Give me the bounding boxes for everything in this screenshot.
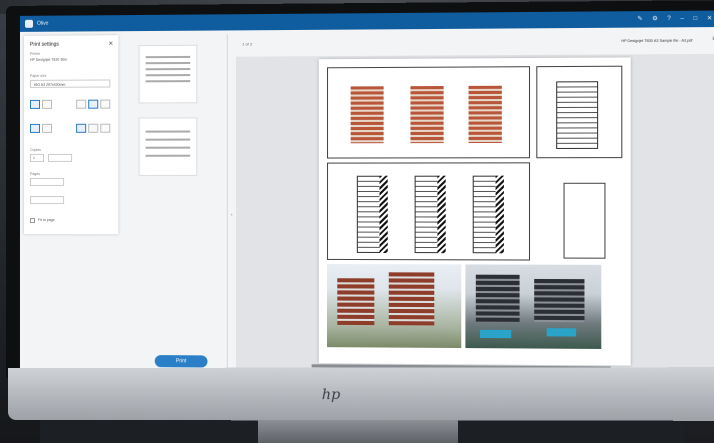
color-option-3-button[interactable] bbox=[100, 123, 111, 133]
thumbnail-line bbox=[145, 154, 191, 157]
app-title: Olive bbox=[36, 20, 49, 27]
layout-option-1-button[interactable] bbox=[76, 99, 87, 109]
thumbnail-line bbox=[145, 61, 191, 65]
pool bbox=[546, 328, 577, 337]
pages-input[interactable] bbox=[29, 177, 65, 186]
thumbnail-line bbox=[145, 138, 191, 141]
scale-input[interactable] bbox=[29, 196, 65, 205]
thumbnail-line bbox=[145, 80, 191, 83]
panel-divider bbox=[226, 34, 228, 370]
size-option-2-button[interactable] bbox=[42, 123, 53, 133]
copies-label: Copies bbox=[29, 147, 41, 152]
pages-label: Pages bbox=[29, 171, 40, 176]
building-elevation bbox=[468, 85, 502, 144]
spiral-stair bbox=[437, 175, 446, 254]
color-option-1-button[interactable] bbox=[76, 123, 87, 133]
print-settings-title: Print settings bbox=[29, 41, 59, 48]
side-elevation-drawing bbox=[536, 65, 623, 159]
building-render-photo-2 bbox=[465, 264, 602, 349]
help-icon[interactable]: ? bbox=[667, 16, 671, 22]
maximize-button[interactable]: □ bbox=[693, 16, 697, 22]
render-building bbox=[475, 274, 520, 322]
close-icon[interactable]: ✕ bbox=[108, 40, 113, 47]
building-elevation bbox=[410, 86, 444, 144]
fit-to-page-checkbox[interactable] bbox=[29, 218, 35, 224]
orientation-landscape-button[interactable] bbox=[42, 99, 53, 109]
detail-legend-box bbox=[563, 182, 606, 259]
paper-size-label: Paper size bbox=[29, 73, 47, 78]
render-building bbox=[388, 272, 435, 326]
monitor-stand bbox=[258, 420, 458, 443]
layout-option-3-button[interactable] bbox=[100, 99, 111, 109]
spiral-stair bbox=[379, 175, 388, 254]
copies-input[interactable]: 1 bbox=[29, 153, 45, 162]
title-bar: Olive ✎ ⚙ ? – □ ✕ bbox=[19, 10, 714, 32]
monitor-chin: hp bbox=[8, 367, 714, 421]
size-option-1-button[interactable] bbox=[29, 123, 41, 133]
fit-to-page-label: Fit to page bbox=[38, 218, 55, 223]
page-indicator: 1 of 2 bbox=[242, 41, 253, 47]
pool bbox=[479, 329, 512, 339]
printer-value[interactable]: HP Designjet T830 36in bbox=[30, 58, 67, 62]
color-option-2-button[interactable] bbox=[88, 123, 99, 133]
monitor-bezel: Olive ✎ ⚙ ? – □ ✕ Print settings ✕ Print… bbox=[6, 0, 714, 384]
thumbnail-line bbox=[145, 74, 191, 77]
settings-icon[interactable]: ⚙ bbox=[652, 16, 658, 22]
printer-label: Printer bbox=[29, 51, 41, 56]
building-elevation bbox=[350, 86, 384, 144]
spiral-stair bbox=[495, 175, 504, 254]
document-filename: HP Designjet T830 A3 Sample file - A3.pd… bbox=[621, 38, 693, 44]
paper-size-select[interactable]: ISO A3 297x420mm bbox=[29, 79, 111, 88]
page-thumbnail-2[interactable] bbox=[138, 117, 198, 176]
layout-option-2-button[interactable] bbox=[88, 99, 99, 109]
staircase-elevation-drawing bbox=[327, 162, 531, 261]
elevation-drawing-top bbox=[327, 66, 531, 159]
render-building bbox=[534, 278, 585, 323]
render-building bbox=[337, 278, 375, 326]
print-settings-panel: Print settings ✕ Printer HP Designjet T8… bbox=[23, 35, 119, 235]
building-side-view bbox=[556, 81, 599, 149]
collapse-panel-icon[interactable]: ‹ bbox=[231, 212, 233, 218]
thumbnail-line bbox=[145, 130, 191, 133]
thumbnail-line bbox=[145, 146, 191, 149]
app-icon bbox=[24, 19, 33, 28]
document-preview-page[interactable] bbox=[318, 57, 631, 366]
print-button[interactable]: Print bbox=[154, 355, 208, 368]
thumbnail-line bbox=[145, 68, 191, 71]
copies-stepper[interactable] bbox=[48, 153, 73, 162]
minimize-button[interactable]: – bbox=[680, 16, 684, 22]
page-thumbnail-1[interactable] bbox=[138, 44, 198, 104]
close-button[interactable]: ✕ bbox=[707, 16, 712, 22]
monitor-screen: Olive ✎ ⚙ ? – □ ✕ Print settings ✕ Print… bbox=[19, 10, 714, 374]
orientation-portrait-button[interactable] bbox=[29, 99, 41, 109]
edit-icon[interactable]: ✎ bbox=[637, 16, 642, 22]
building-render-photo-1 bbox=[327, 263, 462, 349]
window-controls: ✎ ⚙ ? – □ ✕ bbox=[637, 16, 712, 23]
thumbnail-line bbox=[145, 55, 191, 59]
hp-logo: hp bbox=[321, 386, 341, 404]
